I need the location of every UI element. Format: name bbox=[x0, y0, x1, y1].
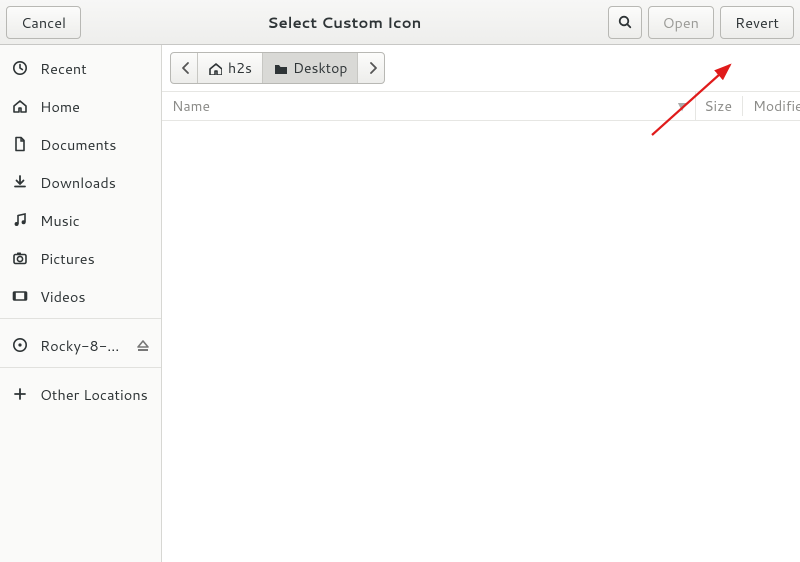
column-modified-label: Modified bbox=[753, 96, 800, 116]
sort-indicator-icon: ▼ bbox=[675, 96, 689, 116]
file-list[interactable] bbox=[162, 121, 800, 562]
sidebar-item-pictures[interactable]: Pictures bbox=[0, 239, 161, 277]
breadcrumb-forward[interactable] bbox=[358, 53, 384, 83]
column-modified[interactable]: Modified bbox=[742, 96, 800, 116]
eject-icon[interactable] bbox=[135, 338, 149, 352]
sidebar-separator bbox=[0, 367, 161, 368]
sidebar-item-label: Downloads bbox=[40, 172, 149, 193]
home-icon bbox=[208, 61, 222, 75]
folder-icon bbox=[273, 61, 287, 75]
sidebar-item-label: Music bbox=[40, 210, 149, 231]
plus-icon bbox=[12, 386, 28, 402]
sidebar-other-locations[interactable]: Other Locations bbox=[0, 375, 161, 413]
sidebar-separator bbox=[0, 318, 161, 319]
sidebar-item-label: Rocky-8-… bbox=[40, 335, 123, 356]
breadcrumb: h2s Desktop bbox=[170, 52, 385, 84]
breadcrumb-segment-h2s[interactable]: h2s bbox=[198, 53, 263, 83]
clock-icon bbox=[12, 60, 28, 76]
header-bar: Cancel Select Custom Icon Open Revert bbox=[0, 0, 800, 45]
sidebar-item-videos[interactable]: Videos bbox=[0, 277, 161, 315]
sidebar-item-label: Documents bbox=[40, 134, 149, 155]
music-icon bbox=[12, 212, 28, 228]
chevron-right-icon bbox=[365, 60, 377, 76]
sidebar-item-rocky-8-[interactable]: Rocky-8-… bbox=[0, 326, 161, 364]
column-name-label: Name bbox=[172, 96, 210, 116]
places-sidebar: Recent Home Documents Downloads Music Picture… bbox=[0, 45, 162, 562]
sidebar-item-label: Videos bbox=[40, 286, 149, 307]
download-icon bbox=[12, 174, 28, 190]
disc-icon bbox=[12, 337, 28, 353]
breadcrumb-segment-desktop[interactable]: Desktop bbox=[263, 53, 358, 83]
chevron-left-icon bbox=[178, 60, 190, 76]
sidebar-item-music[interactable]: Music bbox=[0, 201, 161, 239]
main-pane: h2s Desktop Name ▼ Size Modified bbox=[162, 45, 800, 562]
doc-icon bbox=[12, 136, 28, 152]
column-size-label: Size bbox=[704, 96, 732, 116]
breadcrumb-label: Desktop bbox=[293, 58, 347, 78]
cancel-button[interactable]: Cancel bbox=[6, 6, 81, 39]
dialog-title: Select Custom Icon bbox=[87, 12, 602, 33]
column-headers: Name ▼ Size Modified bbox=[162, 91, 800, 121]
open-button[interactable]: Open bbox=[648, 6, 714, 39]
breadcrumb-back[interactable] bbox=[171, 53, 198, 83]
video-icon bbox=[12, 288, 28, 304]
search-icon bbox=[617, 14, 633, 30]
camera-icon bbox=[12, 250, 28, 266]
search-button[interactable] bbox=[608, 6, 642, 39]
sidebar-item-label: Home bbox=[40, 96, 149, 117]
sidebar-item-documents[interactable]: Documents bbox=[0, 125, 161, 163]
breadcrumb-label: h2s bbox=[228, 58, 252, 78]
sidebar-item-label: Recent bbox=[40, 58, 149, 79]
sidebar-item-label: Pictures bbox=[40, 248, 149, 269]
column-name[interactable]: Name bbox=[162, 96, 675, 116]
sidebar-item-home[interactable]: Home bbox=[0, 87, 161, 125]
sidebar-item-recent[interactable]: Recent bbox=[0, 49, 161, 87]
revert-button[interactable]: Revert bbox=[720, 6, 794, 39]
sidebar-item-downloads[interactable]: Downloads bbox=[0, 163, 161, 201]
home-icon bbox=[12, 98, 28, 114]
column-size[interactable]: Size bbox=[696, 96, 742, 116]
sidebar-item-label: Other Locations bbox=[40, 384, 149, 405]
